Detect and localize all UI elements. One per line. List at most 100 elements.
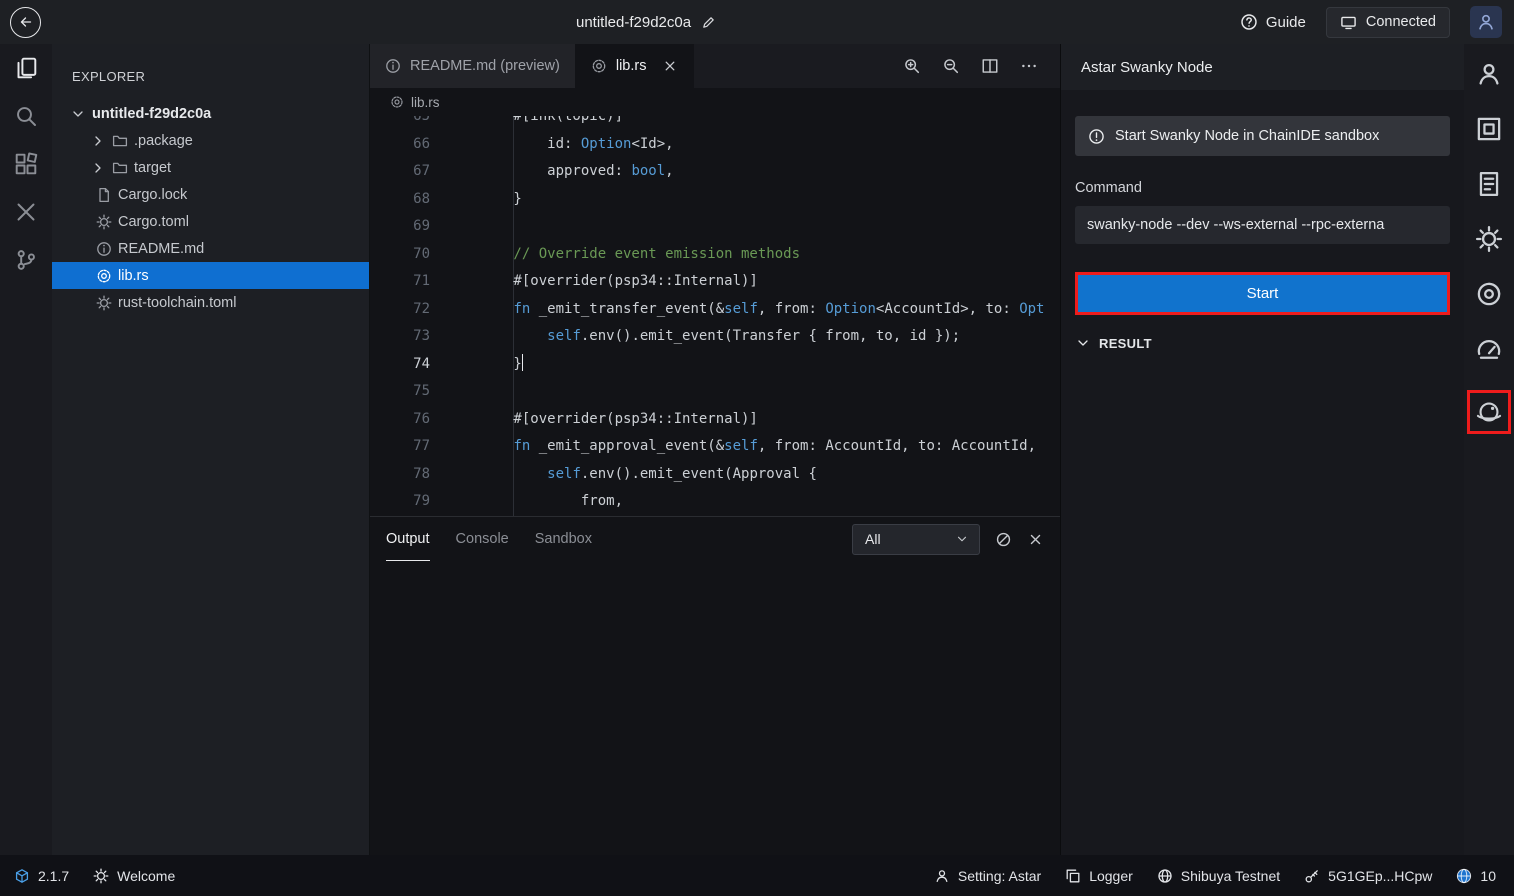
- tree-item-Cargo.toml[interactable]: Cargo.toml: [52, 208, 369, 235]
- tree-item-label: README.md: [118, 241, 204, 257]
- panel-tab-Console[interactable]: Console: [456, 517, 509, 561]
- breadcrumb[interactable]: lib.rs: [370, 88, 1060, 116]
- status-logger[interactable]: Logger: [1065, 868, 1133, 884]
- code-line[interactable]: 79 from,: [370, 488, 1060, 516]
- more-actions-icon[interactable]: [1020, 57, 1038, 75]
- status-welcome[interactable]: Welcome: [93, 868, 175, 884]
- document-plugin-icon[interactable]: [1475, 170, 1503, 198]
- code-line[interactable]: 66 id: Option<Id>,: [370, 131, 1060, 159]
- statusbar-right: Setting: Astar Logger Shibuya Testnet 5G1GE…: [934, 868, 1500, 884]
- tree-item-.package[interactable]: .package: [52, 127, 369, 154]
- line-number: 65: [370, 116, 446, 131]
- tree-item-Cargo.lock[interactable]: Cargo.lock: [52, 181, 369, 208]
- tab-lib.rs[interactable]: lib.rs: [576, 44, 695, 88]
- code-line[interactable]: 78 self.env().emit_event(Approval {: [370, 461, 1060, 489]
- tree-item-rust-toolchain.toml[interactable]: rust-toolchain.toml: [52, 289, 369, 316]
- command-value: swanky-node --dev --ws-external --rpc-ex…: [1087, 217, 1384, 233]
- start-button[interactable]: Start: [1078, 275, 1447, 312]
- line-number: 77: [370, 433, 446, 461]
- source-control-icon[interactable]: [14, 248, 38, 272]
- command-label: Command: [1075, 180, 1450, 196]
- explorer-sidebar: EXPLORER untitled-f29d2c0a.packagetarget…: [52, 44, 370, 855]
- close-panel-icon[interactable]: [1027, 531, 1044, 548]
- panel-tab-Sandbox[interactable]: Sandbox: [535, 517, 592, 561]
- line-content: from,: [446, 488, 623, 516]
- gauge-plugin-icon[interactable]: [1475, 335, 1503, 363]
- info-icon: [385, 58, 401, 74]
- line-number: 70: [370, 241, 446, 269]
- code-line[interactable]: 75: [370, 378, 1060, 406]
- chevron-right-icon: [90, 160, 106, 176]
- statusbar-left: 2.1.7 Welcome: [14, 868, 175, 884]
- plugin-panel-body: Start Swanky Node in ChainIDE sandbox Co…: [1061, 90, 1464, 351]
- zoom-in-icon[interactable]: [903, 57, 921, 75]
- copy-icon: [1065, 868, 1081, 884]
- tree-item-label: rust-toolchain.toml: [118, 295, 236, 311]
- astar-plugin-icon[interactable]: [1476, 399, 1502, 425]
- code-line[interactable]: 65 #[ink(topic)]: [370, 116, 1060, 131]
- tree-item-lib.rs[interactable]: lib.rs: [52, 262, 369, 289]
- code-line[interactable]: 67 approved: bool,: [370, 158, 1060, 186]
- line-content: self.env().emit_event(Transfer { from, t…: [446, 323, 960, 351]
- line-number: 76: [370, 406, 446, 434]
- sandbox-notice: Start Swanky Node in ChainIDE sandbox: [1075, 116, 1450, 156]
- user-plugin-icon[interactable]: [1475, 60, 1503, 88]
- cut-icon[interactable]: [14, 200, 38, 224]
- code-line[interactable]: 77 fn _emit_approval_event(&self, from: …: [370, 433, 1060, 461]
- tree-item-label: lib.rs: [118, 268, 149, 284]
- panel-tabs: Output Console Sandbox: [386, 517, 592, 561]
- close-tab-icon[interactable]: [662, 58, 678, 74]
- status-notifications[interactable]: 10: [1456, 868, 1496, 884]
- line-content: }: [446, 186, 522, 214]
- status-account[interactable]: 5G1GEp...HCpw: [1304, 868, 1432, 884]
- status-setting[interactable]: Setting: Astar: [934, 868, 1041, 884]
- zoom-out-icon[interactable]: [942, 57, 960, 75]
- globe-icon: [1157, 868, 1173, 884]
- code-line[interactable]: 74 }: [370, 351, 1060, 379]
- search-icon[interactable]: [14, 104, 38, 128]
- files-icon[interactable]: [14, 56, 38, 80]
- line-content: self.env().emit_event(Approval {: [446, 461, 817, 489]
- connected-button[interactable]: Connected: [1326, 7, 1450, 38]
- user-icon: [1476, 12, 1496, 32]
- avatar[interactable]: [1470, 6, 1502, 38]
- code-editor[interactable]: 65 #[ink(topic)]66 id: Option<Id>,67 app…: [370, 116, 1060, 516]
- disc-plugin-icon[interactable]: [1475, 280, 1503, 308]
- frame-plugin-icon[interactable]: [1475, 115, 1503, 143]
- main-area: EXPLORER untitled-f29d2c0a.packagetarget…: [0, 44, 1514, 855]
- panel-tab-Output[interactable]: Output: [386, 517, 430, 561]
- tree-item-untitled-f29d2c0a[interactable]: untitled-f29d2c0a: [52, 100, 369, 127]
- code-line[interactable]: 71 #[overrider(psp34::Internal)]: [370, 268, 1060, 296]
- code-line[interactable]: 70 // Override event emission methods: [370, 241, 1060, 269]
- clear-output-icon[interactable]: [995, 531, 1012, 548]
- gear-plugin-icon[interactable]: [1475, 225, 1503, 253]
- back-button[interactable]: [10, 7, 41, 38]
- extensions-icon[interactable]: [14, 152, 38, 176]
- command-input[interactable]: swanky-node --dev --ws-external --rpc-ex…: [1075, 206, 1450, 244]
- code-line[interactable]: 68 }: [370, 186, 1060, 214]
- guide-button[interactable]: Guide: [1240, 13, 1306, 31]
- code-line[interactable]: 72 fn _emit_transfer_event(&self, from: …: [370, 296, 1060, 324]
- line-content: }: [446, 351, 523, 379]
- line-number: 74: [370, 351, 446, 379]
- output-filter-value: All: [865, 531, 881, 547]
- status-label: Welcome: [117, 868, 175, 884]
- code-line[interactable]: 73 self.env().emit_event(Transfer { from…: [370, 323, 1060, 351]
- tab-strip-tabs: README.md (preview)lib.rs: [370, 44, 694, 88]
- code-line[interactable]: 69: [370, 213, 1060, 241]
- split-editor-icon[interactable]: [981, 57, 999, 75]
- tab-README.md (preview)[interactable]: README.md (preview): [370, 44, 576, 88]
- tree-item-README.md[interactable]: README.md: [52, 235, 369, 262]
- tree-item-target[interactable]: target: [52, 154, 369, 181]
- breadcrumb-label: lib.rs: [411, 95, 440, 110]
- status-network[interactable]: Shibuya Testnet: [1157, 868, 1280, 884]
- connected-label: Connected: [1366, 14, 1436, 30]
- line-content: // Override event emission methods: [446, 241, 800, 269]
- guide-label: Guide: [1266, 14, 1306, 31]
- result-section-header[interactable]: RESULT: [1075, 335, 1450, 351]
- left-activity-bar: [0, 44, 52, 855]
- rename-pencil-icon[interactable]: [701, 15, 716, 30]
- status-version[interactable]: 2.1.7: [14, 868, 69, 884]
- output-filter-select[interactable]: All: [852, 524, 980, 555]
- code-line[interactable]: 76 #[overrider(psp34::Internal)]: [370, 406, 1060, 434]
